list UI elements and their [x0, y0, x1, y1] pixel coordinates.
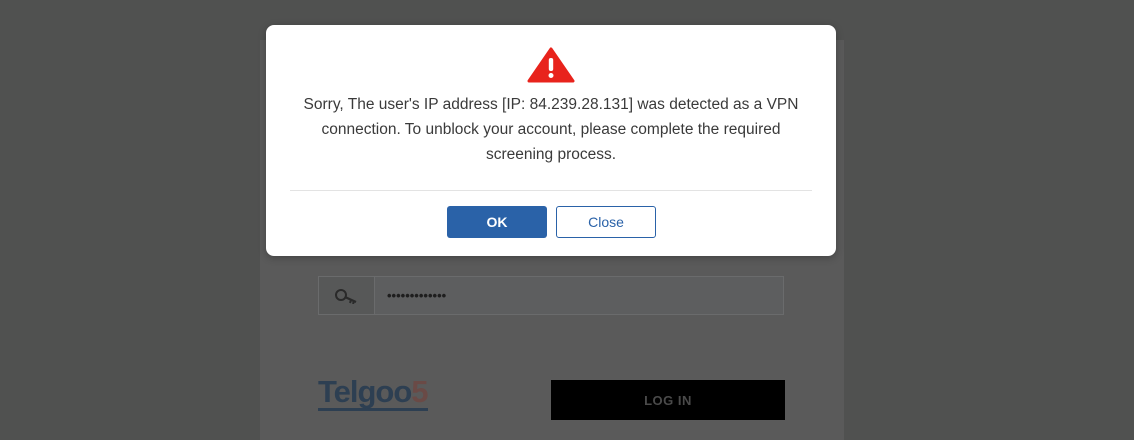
- vpn-warning-dialog: Sorry, The user's IP address [IP: 84.239…: [266, 25, 836, 256]
- telgoo5-logo: Telgoo5: [318, 374, 429, 411]
- dialog-divider: [290, 190, 812, 191]
- dialog-message: Sorry, The user's IP address [IP: 84.239…: [303, 96, 799, 163]
- password-value: •••••••••••••: [387, 288, 447, 303]
- logo-text-main: Telgoo: [318, 374, 412, 409]
- ok-button[interactable]: OK: [447, 206, 547, 238]
- password-field[interactable]: •••••••••••••: [318, 276, 784, 315]
- key-icon: [319, 277, 375, 314]
- login-button[interactable]: LOG IN: [551, 380, 785, 420]
- warning-triangle-icon: [527, 47, 575, 83]
- close-button[interactable]: Close: [556, 206, 656, 238]
- logo-text-accent: 5: [411, 374, 428, 409]
